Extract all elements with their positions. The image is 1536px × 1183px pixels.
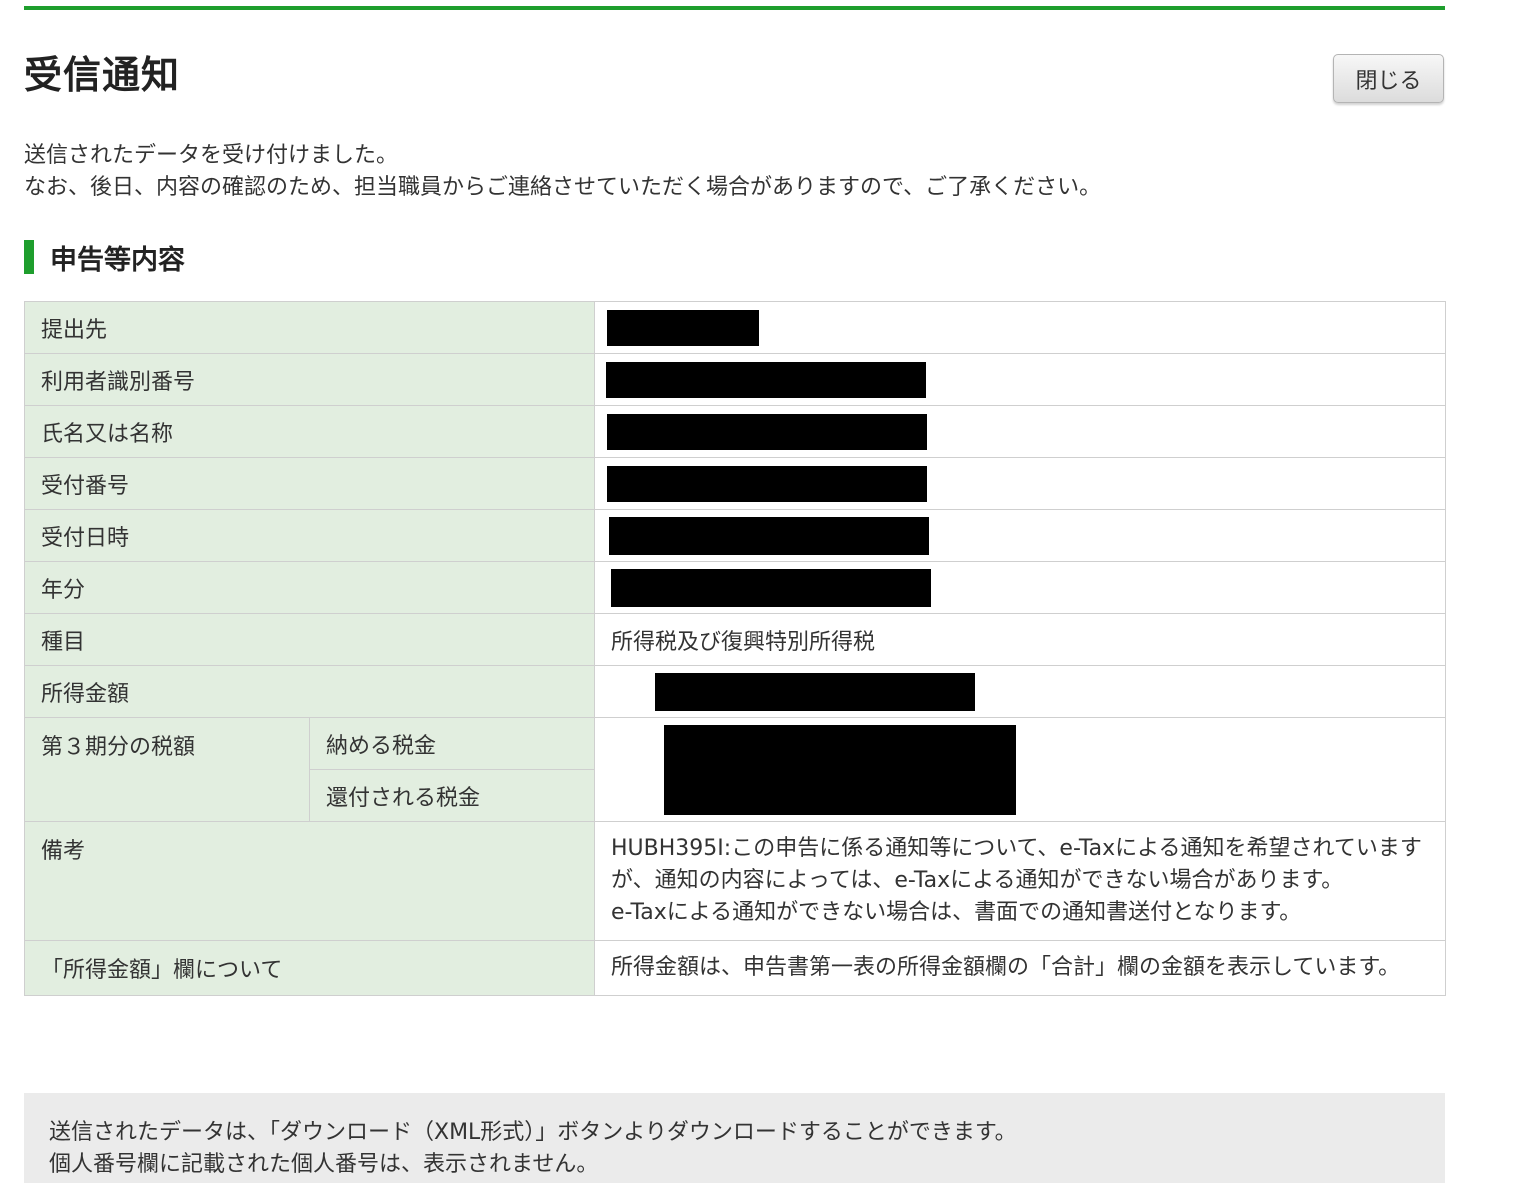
redacted-block bbox=[606, 361, 927, 398]
value-income-amount bbox=[594, 665, 1447, 718]
remarks-line1: HUBH395I:この申告に係る通知等について、e-Taxによる通知を希望されて… bbox=[611, 836, 1422, 893]
redacted-block bbox=[607, 413, 928, 450]
receipt-message-line2: なお、後日、内容の確認のため、担当職員からご連絡させていただく場合がありますので… bbox=[24, 175, 1102, 200]
receipt-message: 送信されたデータを受け付けました。 なお、後日、内容の確認のため、担当職員からご… bbox=[24, 140, 1101, 204]
value-third-period-tax bbox=[594, 717, 1447, 822]
redacted-block bbox=[607, 465, 928, 502]
table-row-income-note: 「所得金額」欄について 所得金額は、申告書第一表の所得金額欄の「合計」欄の金額を… bbox=[23, 940, 1447, 996]
label-third-period-tax: 第３期分の税額 bbox=[24, 717, 310, 822]
table-row-remarks: 備考 HUBH395I:この申告に係る通知等について、e-Taxによる通知を希望… bbox=[23, 821, 1447, 941]
table-row-tax-type: 種目 所得税及び復興特別所得税 bbox=[23, 613, 1447, 666]
value-income-note: 所得金額は、申告書第一表の所得金額欄の「合計」欄の金額を表示しています。 bbox=[594, 940, 1447, 996]
table-row-receipt-number: 受付番号 bbox=[23, 457, 1447, 510]
label-name: 氏名又は名称 bbox=[23, 405, 596, 458]
table-row-receipt-datetime: 受付日時 bbox=[23, 509, 1447, 562]
table-row-third-period-payable: 第３期分の税額 納める税金 bbox=[24, 717, 1447, 822]
table-row-submission-to: 提出先 bbox=[23, 301, 1447, 354]
redacted-block bbox=[655, 672, 976, 711]
label-year: 年分 bbox=[23, 561, 596, 614]
value-receipt-datetime bbox=[594, 509, 1447, 562]
receipt-message-line1: 送信されたデータを受け付けました。 bbox=[24, 143, 399, 168]
value-remarks: HUBH395I:この申告に係る通知等について、e-Taxによる通知を希望されて… bbox=[594, 821, 1447, 941]
label-receipt-number: 受付番号 bbox=[23, 457, 596, 510]
value-name bbox=[594, 405, 1447, 458]
redacted-block bbox=[607, 309, 760, 346]
label-user-id: 利用者識別番号 bbox=[23, 353, 596, 406]
declaration-details-table: 提出先 利用者識別番号 氏名又は名称 受付番号 受付日時 年分 種目 所得税及び… bbox=[23, 301, 1447, 996]
value-user-id bbox=[594, 353, 1447, 406]
label-remarks: 備考 bbox=[23, 821, 596, 941]
value-year bbox=[594, 561, 1447, 614]
label-receipt-datetime: 受付日時 bbox=[23, 509, 596, 562]
label-income-note: 「所得金額」欄について bbox=[23, 940, 596, 996]
table-row-income-amount: 所得金額 bbox=[23, 665, 1447, 718]
section-title: 申告等内容 bbox=[50, 244, 185, 276]
redacted-block bbox=[609, 516, 930, 555]
value-tax-type: 所得税及び復興特別所得税 bbox=[594, 613, 1447, 666]
redacted-block bbox=[664, 724, 1017, 815]
value-submission-to bbox=[594, 301, 1447, 354]
label-tax-payable: 納める税金 bbox=[308, 717, 596, 770]
label-tax-refund: 還付される税金 bbox=[308, 769, 596, 822]
label-submission-to: 提出先 bbox=[23, 301, 596, 354]
redacted-block bbox=[611, 568, 932, 607]
table-row-year: 年分 bbox=[23, 561, 1447, 614]
close-button[interactable]: 閉じる bbox=[1333, 54, 1444, 103]
value-receipt-number bbox=[594, 457, 1447, 510]
label-income-amount: 所得金額 bbox=[23, 665, 596, 718]
table-row-user-id: 利用者識別番号 bbox=[23, 353, 1447, 406]
label-tax-type: 種目 bbox=[23, 613, 596, 666]
table-row-name: 氏名又は名称 bbox=[23, 405, 1447, 458]
download-notice-line1: 送信されたデータは、「ダウンロード（XML形式）」ボタンよりダウンロードすること… bbox=[49, 1120, 1017, 1145]
section-heading-bar bbox=[24, 240, 34, 274]
page-title: 受信通知 bbox=[24, 53, 181, 97]
top-accent-bar bbox=[24, 6, 1445, 10]
remarks-line2: e-Taxによる通知ができない場合は、書面での通知書送付となります。 bbox=[611, 900, 1302, 925]
section-heading: 申告等内容 bbox=[24, 240, 185, 276]
download-notice-box: 送信されたデータは、「ダウンロード（XML形式）」ボタンよりダウンロードすること… bbox=[24, 1093, 1445, 1183]
download-notice-line2: 個人番号欄に記載された個人番号は、表示されません。 bbox=[49, 1152, 599, 1177]
